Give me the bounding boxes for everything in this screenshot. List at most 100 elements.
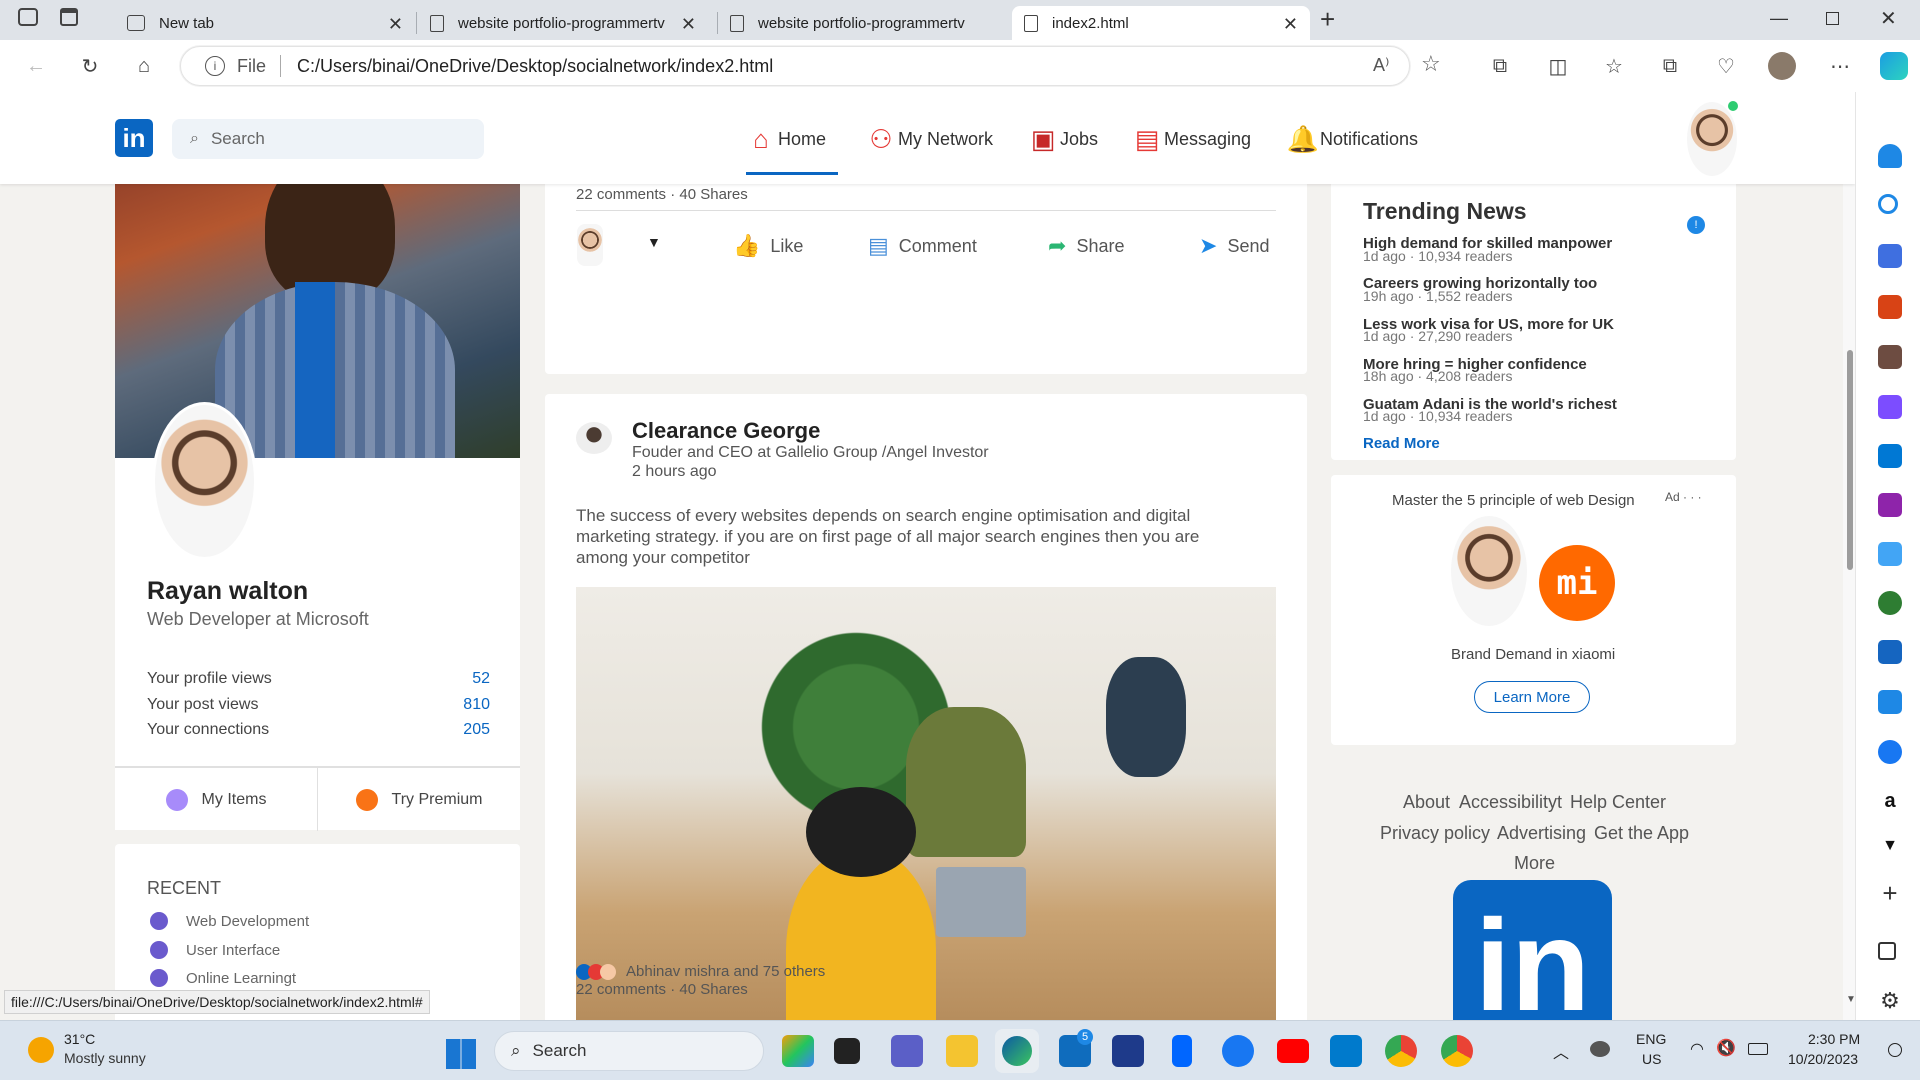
profile-avatar-icon[interactable]: [1768, 52, 1796, 80]
app-icon[interactable]: [1878, 640, 1902, 664]
ad-label[interactable]: Ad · · ·: [1665, 490, 1702, 504]
weather-icon[interactable]: [28, 1037, 54, 1063]
send-button[interactable]: ➤ Send: [1199, 233, 1269, 259]
post-meta[interactable]: 22 comments · 40 Shares: [576, 981, 748, 998]
author-avatar[interactable]: [576, 422, 612, 454]
restore-icon[interactable]: [1826, 12, 1839, 25]
clock-date[interactable]: 10/20/2023: [1788, 1051, 1858, 1067]
my-items-button[interactable]: My Items: [115, 768, 318, 831]
collections-icon[interactable]: ⧉: [1656, 52, 1684, 80]
nav-my-network[interactable]: ⚇ My Network: [864, 118, 993, 160]
store-icon[interactable]: [1112, 1035, 1144, 1067]
read-more-link[interactable]: Read More: [1363, 435, 1440, 452]
tab-new-tab[interactable]: New tab ✕: [115, 6, 415, 40]
office-icon[interactable]: [1878, 395, 1902, 419]
battery-icon[interactable]: [1748, 1043, 1768, 1055]
like-button[interactable]: 👍 Like: [733, 233, 803, 259]
sidebar-toggle-icon[interactable]: [1878, 942, 1896, 960]
share-button[interactable]: ➦ Share: [1048, 233, 1124, 259]
tools-icon[interactable]: [1878, 295, 1902, 319]
footer-link[interactable]: Get the App: [1594, 823, 1689, 844]
new-tab-icon[interactable]: +: [1320, 4, 1335, 35]
chrome-icon[interactable]: [1385, 1035, 1417, 1067]
chevron-down-icon[interactable]: ▼: [1878, 837, 1902, 861]
teams-chat-icon[interactable]: [891, 1035, 923, 1067]
volume-icon[interactable]: 🔇: [1716, 1038, 1736, 1058]
footer-link[interactable]: More: [1514, 853, 1555, 874]
amazon-icon[interactable]: a: [1878, 790, 1902, 814]
close-icon[interactable]: ✕: [388, 14, 403, 35]
footer-link[interactable]: Advertising: [1497, 823, 1586, 844]
recent-item[interactable]: Web Development: [150, 912, 309, 930]
comment-button[interactable]: ▤ Comment: [868, 233, 977, 259]
taskbar-search[interactable]: ⌕ Search: [494, 1031, 764, 1071]
back-icon[interactable]: ←: [22, 52, 50, 80]
chevron-up-icon[interactable]: ︿: [1553, 1039, 1569, 1063]
settings-icon[interactable]: ⚙: [1878, 990, 1902, 1014]
word-icon[interactable]: [1878, 690, 1902, 714]
copilot-icon[interactable]: [1880, 52, 1908, 80]
outlook-icon[interactable]: [1878, 444, 1902, 468]
favorites-icon[interactable]: ☆: [1600, 52, 1628, 80]
tab-index2[interactable]: index2.html ✕: [1012, 6, 1310, 40]
shopping-icon[interactable]: [1878, 244, 1902, 268]
footer-link[interactable]: Privacy policy: [1380, 823, 1490, 844]
notification-bell-icon[interactable]: [1878, 144, 1902, 168]
power-automate-icon[interactable]: [1172, 1035, 1192, 1067]
minimize-icon[interactable]: —: [1770, 8, 1788, 29]
reaction-summary[interactable]: Abhinav mishra and 75 others: [626, 963, 825, 980]
recent-item[interactable]: Online Learningt: [150, 969, 296, 987]
nav-jobs[interactable]: ▣ Jobs: [1026, 118, 1098, 160]
learn-more-button[interactable]: Learn More: [1474, 681, 1590, 713]
linkedin-logo[interactable]: in: [115, 119, 153, 157]
dropdown-icon[interactable]: ▼: [647, 234, 661, 250]
stat-value[interactable]: 52: [430, 670, 490, 688]
address-bar[interactable]: i File C:/Users/binai/OneDrive/Desktop/s…: [180, 46, 1441, 86]
tree-icon[interactable]: [1878, 591, 1902, 615]
games-icon[interactable]: [1878, 345, 1902, 369]
wifi-icon[interactable]: ◠: [1690, 1039, 1704, 1059]
performance-icon[interactable]: ♡: [1712, 52, 1740, 80]
footer-link[interactable]: Help Center: [1570, 792, 1666, 813]
recent-item[interactable]: User Interface: [150, 941, 280, 959]
weather-temp[interactable]: 31°C: [64, 1031, 95, 1047]
window-close-icon[interactable]: ✕: [1880, 6, 1897, 31]
tab-portfolio-1[interactable]: website portfolio-programmertv ✕: [418, 6, 708, 40]
favorite-star-icon[interactable]: ☆: [1421, 51, 1441, 77]
nav-home[interactable]: ⌂ Home: [744, 118, 826, 160]
home-browser-icon[interactable]: ⌂: [130, 52, 158, 80]
post-image[interactable]: [576, 587, 1276, 1020]
notification-center-icon[interactable]: [1888, 1043, 1902, 1057]
footer-link[interactable]: About: [1403, 792, 1450, 813]
more-icon[interactable]: ⋯: [1826, 52, 1854, 80]
close-icon[interactable]: ✕: [681, 14, 696, 35]
read-aloud-icon[interactable]: A⁾: [1373, 55, 1389, 76]
nav-notifications[interactable]: 🔔 Notifications: [1286, 118, 1418, 160]
scrollbar-thumb[interactable]: [1847, 350, 1853, 570]
file-explorer-icon[interactable]: [946, 1035, 978, 1067]
copilot-app-icon[interactable]: [782, 1035, 814, 1067]
add-icon[interactable]: +: [1878, 880, 1902, 906]
youtube-icon[interactable]: [1277, 1039, 1309, 1063]
outlook-app-icon[interactable]: 5: [1059, 1029, 1093, 1067]
post-author[interactable]: Clearance George: [632, 418, 820, 444]
facebook-icon[interactable]: [1878, 740, 1902, 764]
search-icon[interactable]: [1878, 194, 1898, 214]
tab-actions-icon[interactable]: [60, 8, 78, 26]
info-icon[interactable]: !: [1687, 216, 1705, 234]
chrome-icon[interactable]: [1441, 1035, 1473, 1067]
lang-label[interactable]: ENG: [1636, 1031, 1666, 1047]
split-screen-icon[interactable]: ◫: [1544, 52, 1572, 80]
close-icon[interactable]: ✕: [1283, 14, 1298, 35]
send-icon[interactable]: [1878, 542, 1902, 566]
workspaces-icon[interactable]: [18, 8, 38, 26]
search-input[interactable]: ⌕ Search: [172, 119, 484, 159]
task-view-icon[interactable]: [834, 1038, 860, 1064]
url-text[interactable]: C:/Users/binai/OneDrive/Desktop/socialne…: [297, 56, 773, 77]
clock-time[interactable]: 2:30 PM: [1808, 1031, 1860, 1047]
footer-link[interactable]: Accessibilityt: [1459, 792, 1562, 813]
post-meta[interactable]: 22 comments · 40 Shares: [576, 186, 748, 203]
profile-name[interactable]: Rayan walton: [147, 577, 308, 606]
network-status-icon[interactable]: [1590, 1041, 1610, 1057]
facebook-app-icon[interactable]: [1222, 1035, 1254, 1067]
